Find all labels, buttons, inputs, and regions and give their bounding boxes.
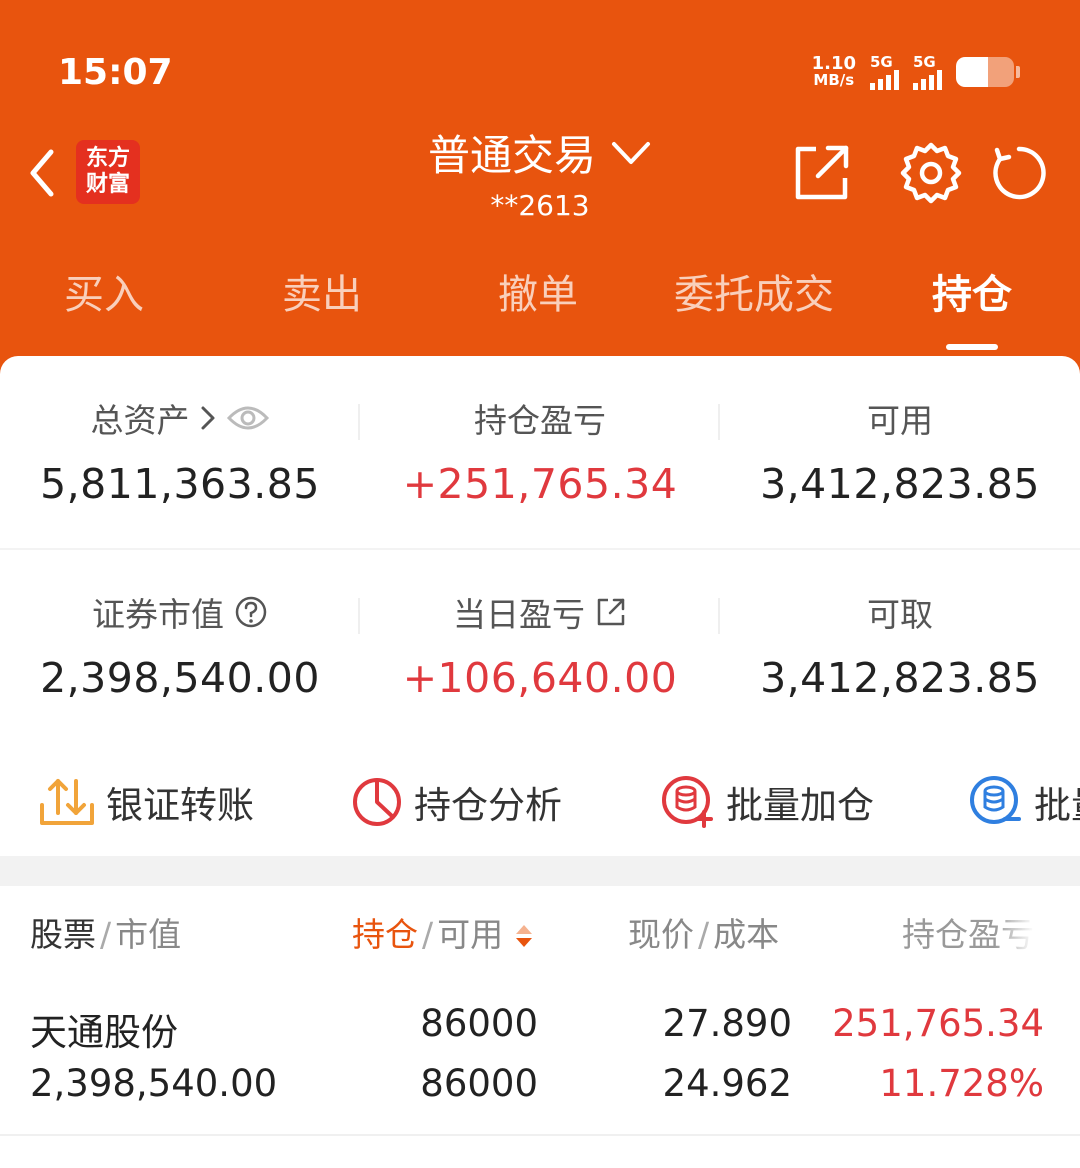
column-header-stock: 股票 / 市值 [30,915,182,954]
market-value-label: 证券市值 [92,595,224,634]
market-value: 证券市值 2,398,540.00 [0,590,360,702]
total-assets-label: 总资产 [90,401,190,440]
batch-reduce-icon [970,776,1021,824]
position-pnl-label: 持仓盈亏 [474,401,606,440]
sort-icon [515,925,532,947]
position-pnl-value: +251,765.34 [402,460,678,508]
gear-icon [900,142,962,204]
stock-cost: 24.962 [662,1062,792,1105]
column-header-price: 现价 / 成本 [628,915,780,954]
chevron-down-icon [612,141,650,164]
holdings-list: 股票 / 市值 持仓 / 可用 现价 / 成本 持仓盈亏 天通股份 2,398,540.00… [0,886,1080,1168]
tab-buy[interactable]: 买入 [0,262,214,320]
withdrawable-funds: 可取 3,412,823.85 [720,590,1080,702]
position-analysis-button[interactable]: 持仓分析 [350,774,562,830]
bank-transfer-button[interactable]: 银证转账 [38,774,254,830]
help-icon[interactable] [234,595,268,629]
refresh-icon [993,146,1046,200]
sim2-network-label: 5G [913,53,936,71]
account-number: **2613 [490,189,590,222]
stock-market-value: 2,398,540.00 [30,1062,278,1105]
tab-cancel[interactable]: 撤单 [428,262,648,320]
batch-reduce-button[interactable]: 批量 [968,774,1080,830]
chevron-right-icon [201,406,214,430]
pie-chart-icon [353,778,401,826]
status-indicators: 1.10 MB/s 5G 5G [812,52,1020,92]
daily-pnl-value: +106,640.00 [402,654,678,702]
available-label: 可用 [867,401,933,440]
stock-pnl: 251,765.34 [832,1002,1044,1045]
withdrawable-value: 3,412,823.85 [760,654,1040,702]
battery-icon [956,57,1014,87]
total-assets[interactable]: 总资产 5,811,363.85 [0,396,360,508]
column-header-position[interactable]: 持仓 / 可用 [352,908,534,956]
eye-icon[interactable] [226,403,270,433]
batch-reduce-label: 批量 [1034,784,1080,827]
tab-sell[interactable]: 卖出 [212,262,432,320]
signal-bars-icon [913,70,942,90]
logo-line2: 财富 [85,172,130,197]
stock-position: 86000 [420,1002,538,1045]
batch-add-label: 批量加仓 [726,784,874,827]
signal-bars-icon [870,70,899,90]
logo-line1: 东方 [85,146,130,171]
daily-pnl[interactable]: 当日盈亏 +106,640.00 [360,590,720,702]
status-time: 15:07 [58,52,173,93]
network-speed: 1.10 MB/s [812,55,856,89]
settings-button[interactable] [898,140,964,206]
stock-price: 27.890 [662,1002,792,1045]
daily-pnl-label: 当日盈亏 [453,595,585,634]
total-assets-value: 5,811,363.85 [40,460,320,508]
bank-transfer-label: 银证转账 [106,784,254,827]
network-speed-unit: MB/s [813,71,855,89]
column-header-pnl: 持仓盈亏 [902,915,1034,954]
divider [0,1134,1080,1136]
tab-orders[interactable]: 委托成交 [644,262,864,320]
external-link-icon [597,598,625,626]
divider [0,548,1080,550]
account-summary-card: 总资产 5,811,363.85 持仓盈亏 +251,765.34 可用 3,4… [0,356,1080,856]
network-speed-value: 1.10 [811,53,856,74]
available-funds: 可用 3,412,823.85 [720,396,1080,508]
position-analysis-label: 持仓分析 [414,784,562,827]
stock-name: 天通股份 [30,1011,178,1054]
share-icon [795,145,849,200]
sim1-network-label: 5G [870,53,893,71]
transfer-icon [40,779,94,825]
withdrawable-label: 可取 [867,595,933,634]
chevron-left-icon [30,149,54,197]
signal-sim1: 5G [870,54,899,90]
batch-add-icon [662,776,713,828]
market-value-value: 2,398,540.00 [40,654,320,702]
active-tab-indicator [946,344,998,350]
tab-positions[interactable]: 持仓 [862,262,1080,320]
header-bar: 15:07 1.10 MB/s 5G 5G 东方 财富 普通交易 **2613 … [0,0,1080,380]
share-button[interactable] [788,140,854,206]
available-value: 3,412,823.85 [760,460,1040,508]
signal-sim2: 5G [913,54,942,90]
stock-pnl-percent: 11.728% [879,1062,1044,1105]
page-title: 普通交易 [427,131,596,180]
trade-tabs: 买入 卖出 撤单 委托成交 持仓 [0,262,1080,342]
position-pnl: 持仓盈亏 +251,765.34 [360,396,720,508]
trade-type-selector[interactable]: 普通交易 **2613 [380,122,700,222]
refresh-button[interactable] [986,140,1052,206]
back-button[interactable] [22,145,62,201]
app-logo[interactable]: 东方 财富 [76,140,140,204]
batch-add-button[interactable]: 批量加仓 [660,774,874,830]
stock-available: 86000 [420,1062,538,1105]
